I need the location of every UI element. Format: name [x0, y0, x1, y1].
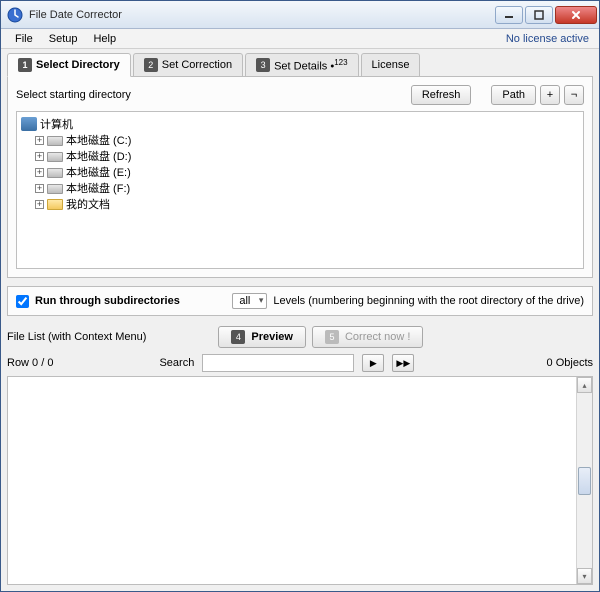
- tab-number: 1: [18, 58, 32, 72]
- maximize-button[interactable]: [525, 6, 553, 24]
- menu-bar: File Setup Help No license active: [1, 29, 599, 49]
- step-number: 4: [231, 330, 245, 344]
- expand-icon[interactable]: +: [35, 168, 44, 177]
- run-subdirectories-label: Run through subdirectories: [35, 295, 180, 307]
- tab-label: Select Directory: [36, 59, 120, 71]
- drive-icon: [47, 168, 63, 178]
- tab-set-details[interactable]: 3 Set Details •123: [245, 53, 358, 76]
- tab-number: 3: [256, 58, 270, 72]
- toggle-path-button[interactable]: ¬: [564, 85, 584, 105]
- close-button[interactable]: [555, 6, 597, 24]
- scroll-down-button[interactable]: ▾: [577, 568, 592, 584]
- tab-select-directory[interactable]: 1 Select Directory: [7, 53, 131, 77]
- app-icon: [7, 7, 23, 23]
- correct-now-button[interactable]: 5 Correct now !: [312, 326, 423, 348]
- search-last-button[interactable]: ▶▶: [392, 354, 414, 372]
- levels-select[interactable]: all: [232, 293, 267, 309]
- tab-label: License: [372, 59, 410, 71]
- window-title: File Date Corrector: [29, 9, 493, 21]
- minimize-button[interactable]: [495, 6, 523, 24]
- subdirectory-panel: Run through subdirectories all Levels (n…: [7, 286, 593, 316]
- tree-label: 本地磁盘 (D:): [66, 148, 131, 164]
- step-number: 5: [325, 330, 339, 344]
- folder-icon: [47, 199, 63, 210]
- search-label: Search: [159, 357, 194, 369]
- tree-label: 计算机: [40, 116, 73, 132]
- title-bar: File Date Corrector: [1, 1, 599, 29]
- vertical-scrollbar[interactable]: ▴ ▾: [576, 377, 592, 584]
- tree-documents[interactable]: + 我的文档: [35, 196, 579, 212]
- refresh-button[interactable]: Refresh: [411, 85, 472, 105]
- menu-help[interactable]: Help: [85, 31, 124, 47]
- tree-drive[interactable]: + 本地磁盘 (F:): [35, 180, 579, 196]
- tree-drive[interactable]: + 本地磁盘 (E:): [35, 164, 579, 180]
- app-window: File Date Corrector File Setup Help No l…: [0, 0, 600, 592]
- row-counter: Row 0 / 0: [7, 357, 53, 369]
- button-label: Correct now !: [345, 331, 410, 343]
- search-input[interactable]: [202, 354, 354, 372]
- run-subdirectories-checkbox[interactable]: [16, 295, 29, 308]
- content-area: 1 Select Directory 2 Set Correction 3 Se…: [1, 49, 599, 591]
- tab-label: Set Details •123: [274, 58, 347, 73]
- tab-strip: 1 Select Directory 2 Set Correction 3 Se…: [7, 53, 593, 77]
- expand-icon[interactable]: +: [35, 152, 44, 161]
- button-label: Preview: [251, 331, 293, 343]
- tree-label: 本地磁盘 (E:): [66, 164, 131, 180]
- license-status: No license active: [506, 33, 593, 45]
- path-button[interactable]: Path: [491, 85, 536, 105]
- expand-icon[interactable]: +: [35, 184, 44, 193]
- scroll-up-button[interactable]: ▴: [577, 377, 592, 393]
- action-row: File List (with Context Menu) 4 Preview …: [7, 326, 593, 348]
- drive-icon: [47, 152, 63, 162]
- menu-file[interactable]: File: [7, 31, 41, 47]
- tree-drive[interactable]: + 本地磁盘 (C:): [35, 132, 579, 148]
- directory-header-row: Select starting directory Refresh Path +…: [16, 85, 584, 105]
- file-list-heading: File List (with Context Menu): [7, 331, 146, 343]
- scroll-thumb[interactable]: [578, 467, 591, 495]
- expand-icon[interactable]: +: [35, 200, 44, 209]
- drive-icon: [47, 136, 63, 146]
- tab-pane-select-directory: Select starting directory Refresh Path +…: [7, 77, 593, 278]
- levels-text: Levels (numbering beginning with the roo…: [273, 295, 584, 307]
- tree-label: 本地磁盘 (C:): [66, 132, 131, 148]
- tree-root[interactable]: 计算机: [21, 116, 579, 132]
- select-directory-heading: Select starting directory: [16, 89, 131, 101]
- computer-icon: [21, 117, 37, 131]
- tab-license[interactable]: License: [361, 53, 421, 76]
- tab-set-correction[interactable]: 2 Set Correction: [133, 53, 243, 76]
- tab-number: 2: [144, 58, 158, 72]
- file-list[interactable]: ▴ ▾: [7, 376, 593, 585]
- search-row: Row 0 / 0 Search ▶ ▶▶ 0 Objects: [7, 354, 593, 372]
- tree-label: 本地磁盘 (F:): [66, 180, 130, 196]
- tree-label: 我的文档: [66, 196, 110, 212]
- preview-button[interactable]: 4 Preview: [218, 326, 306, 348]
- expand-icon[interactable]: +: [35, 136, 44, 145]
- search-next-button[interactable]: ▶: [362, 354, 384, 372]
- drive-icon: [47, 184, 63, 194]
- tab-label: Set Correction: [162, 59, 232, 71]
- add-path-button[interactable]: +: [540, 85, 560, 105]
- objects-count: 0 Objects: [547, 357, 593, 369]
- menu-setup[interactable]: Setup: [41, 31, 86, 47]
- directory-tree[interactable]: 计算机 + 本地磁盘 (C:) + 本地磁盘 (D:) + 本地磁盘 (E:): [16, 111, 584, 269]
- tree-drive[interactable]: + 本地磁盘 (D:): [35, 148, 579, 164]
